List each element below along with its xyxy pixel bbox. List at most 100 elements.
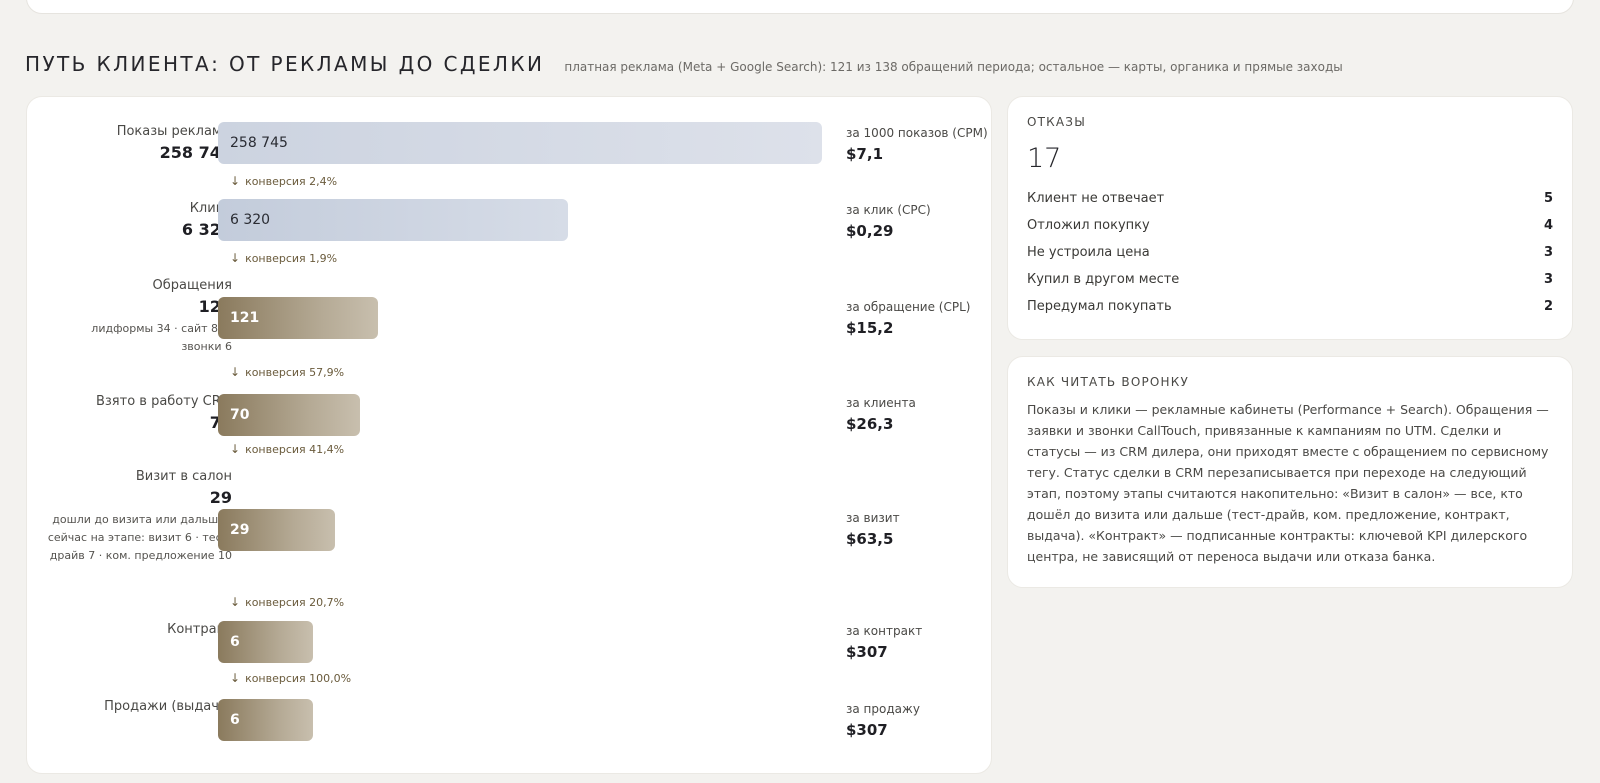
how-to-read-card: КАК ЧИТАТЬ ВОРОНКУ Показы и клики — рекл…: [1007, 356, 1573, 588]
stage-label-clicks: Клики 6 320: [27, 199, 232, 241]
cost-leads: за обращение (CPL) $15,2: [846, 298, 970, 340]
reason-label: Отложил покупку: [1027, 218, 1150, 233]
reason-count: 3: [1543, 245, 1553, 260]
reason-label: Клиент не отвечает: [1027, 191, 1165, 206]
conversion-leads-crm: ↓ конверсия 57,9%: [230, 365, 344, 379]
funnel-bar-impressions: 258 745: [218, 122, 822, 164]
stage-name: Показы рекламы: [116, 124, 232, 139]
stage-name: Взято в работу CRM: [95, 394, 232, 409]
stage-name: Обращения: [152, 278, 232, 293]
funnel-bar-sale: 6: [218, 699, 313, 741]
stage-count: 258 745: [159, 143, 232, 162]
reason-count: 3: [1543, 272, 1553, 287]
conversion-label: конверсия 41,4%: [245, 442, 345, 456]
refusal-reason-row: Отложил покупку 4: [1027, 212, 1553, 239]
stage-count: 70: [27, 412, 232, 434]
conversion-label: конверсия 57,9%: [245, 365, 345, 379]
refusal-reason-row: Не устроила цена 3: [1027, 239, 1553, 266]
funnel-bar-visit: 29: [218, 509, 335, 551]
reason-count: 4: [1543, 218, 1553, 233]
bar-value: 6: [230, 634, 240, 650]
cost-label: за клик (CPC): [846, 203, 931, 217]
funnel-bar-leads: 121: [218, 297, 378, 339]
stage-count: 6: [27, 640, 232, 662]
funnel-bar-contract: 6: [218, 621, 313, 663]
refusal-reason-row: Клиент не отвечает 5: [1027, 185, 1553, 212]
cost-contract: за контракт $307: [846, 622, 922, 664]
stage-count: 6 320: [181, 220, 232, 239]
stage-name: Контракт: [167, 622, 232, 637]
section-header: ПУТЬ КЛИЕНТА: ОТ РЕКЛАМЫ ДО СДЕЛКИ платн…: [25, 52, 1343, 78]
reason-label: Передумал покупать: [1027, 299, 1172, 314]
stage-label-crm: Взято в работу CRM 70: [27, 392, 232, 434]
stage-note: дошли до визита или дальше · сейчас на э…: [47, 513, 232, 562]
bar-value: 6: [230, 712, 240, 728]
cost-label: за клиента: [846, 396, 916, 410]
section-subtitle: платная реклама (Meta + Google Search): …: [564, 60, 1343, 74]
stage-count: 29: [209, 488, 232, 507]
refusal-reasons-list: Клиент не отвечает 5 Отложил покупку 4 Н…: [1027, 185, 1553, 320]
arrow-down-icon: ↓: [230, 365, 241, 379]
cost-label: за продажу: [846, 702, 920, 716]
refusal-reason-row: Купил в другом месте 3: [1027, 266, 1553, 293]
stage-count: 121: [198, 297, 232, 316]
cost-value: $7,1: [846, 145, 884, 163]
conversion-label: конверсия 1,9%: [245, 251, 338, 265]
cost-label: за контракт: [846, 624, 923, 638]
stage-count: 6: [27, 717, 232, 739]
stage-name: Продажи (выдача): [104, 699, 232, 714]
reason-label: Купил в другом месте: [1027, 272, 1180, 287]
stage-label-visit: Визит в салон 29 дошли до визита или дал…: [27, 467, 232, 565]
arrow-down-icon: ↓: [230, 442, 241, 456]
bar-value: 6 320: [230, 212, 271, 228]
funnel-bar-clicks: 6 320: [218, 199, 568, 241]
cost-value: $0,29: [846, 222, 894, 240]
bar-value: 258 745: [230, 135, 288, 151]
conversion-crm-visit: ↓ конверсия 41,4%: [230, 442, 344, 456]
how-to-read-title: КАК ЧИТАТЬ ВОРОНКУ: [1027, 375, 1189, 389]
conversion-label: конверсия 2,4%: [245, 174, 338, 188]
previous-card: [26, 0, 1574, 14]
reason-count: 5: [1543, 191, 1553, 206]
stage-name: Визит в салон: [135, 469, 232, 484]
cost-value: $15,2: [846, 319, 894, 337]
stage-label-impressions: Показы рекламы 258 745: [27, 122, 232, 164]
funnel-bar-crm: 70: [218, 394, 360, 436]
arrow-down-icon: ↓: [230, 174, 241, 188]
refusal-reason-row: Передумал покупать 2: [1027, 293, 1553, 320]
refusals-card: ОТКАЗЫ 17 Клиент не отвечает 5 Отложил п…: [1007, 96, 1573, 340]
section-title: ПУТЬ КЛИЕНТА: ОТ РЕКЛАМЫ ДО СДЕЛКИ: [25, 52, 545, 76]
cost-label: за обращение (CPL): [846, 300, 971, 314]
stage-label-leads: Обращения 121 лидформы 34 · сайт 81 · зв…: [27, 276, 232, 356]
cost-crm: за клиента $26,3: [846, 394, 916, 436]
cost-visit: за визит $63,5: [846, 509, 900, 551]
conversion-visit-contract: ↓ конверсия 20,7%: [230, 595, 344, 609]
cost-value: $307: [846, 721, 888, 739]
refusals-total: 17: [1027, 143, 1062, 174]
cost-label: за визит: [846, 511, 900, 525]
cost-value: $307: [846, 643, 888, 661]
stage-name: Клики: [189, 201, 232, 216]
conversion-impressions-clicks: ↓ конверсия 2,4%: [230, 174, 337, 188]
conversion-clicks-leads: ↓ конверсия 1,9%: [230, 251, 337, 265]
conversion-contract-sale: ↓ конверсия 100,0%: [230, 671, 351, 685]
conversion-label: конверсия 100,0%: [245, 671, 352, 685]
conversion-label: конверсия 20,7%: [245, 595, 345, 609]
cost-value: $26,3: [846, 415, 894, 433]
stage-label-contract: Контракт 6: [27, 620, 232, 662]
reason-count: 2: [1543, 299, 1553, 314]
stage-label-sale: Продажи (выдача) 6: [27, 697, 232, 739]
stage-note: лидформы 34 · сайт 81 · звонки 6: [91, 322, 232, 353]
cost-label: за 1000 показов (CPM): [846, 126, 988, 140]
bar-value: 70: [230, 407, 250, 423]
funnel-card: Показы рекламы 258 745 258 745 за 1000 п…: [26, 96, 992, 774]
arrow-down-icon: ↓: [230, 251, 241, 265]
arrow-down-icon: ↓: [230, 595, 241, 609]
how-to-read-text: Показы и клики — рекламные кабинеты (Per…: [1027, 402, 1549, 564]
refusals-title: ОТКАЗЫ: [1027, 115, 1086, 129]
arrow-down-icon: ↓: [230, 671, 241, 685]
cost-sale: за продажу $307: [846, 700, 920, 742]
reason-label: Не устроила цена: [1027, 245, 1150, 260]
bar-value: 121: [230, 310, 260, 326]
cost-clicks: за клик (CPC) $0,29: [846, 201, 931, 243]
